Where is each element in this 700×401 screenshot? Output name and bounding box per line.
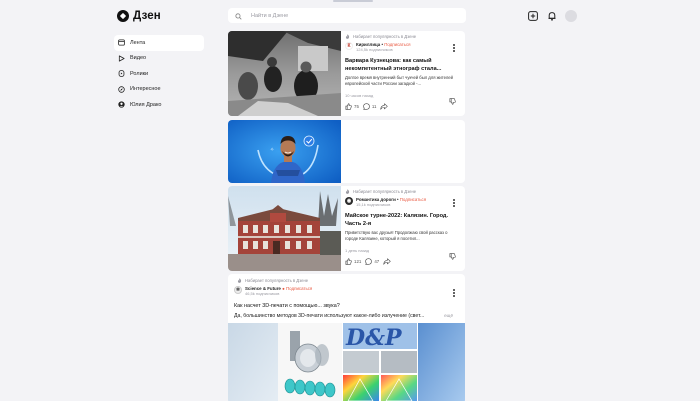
sidebar-item-feed[interactable]: Лента (114, 35, 204, 51)
dislike-button[interactable] (449, 247, 456, 265)
home-icon (118, 39, 125, 46)
read-more-link[interactable]: ещё (444, 313, 453, 318)
svg-text:✧: ✧ (270, 147, 274, 153)
comments-button[interactable]: 11 (363, 103, 377, 110)
user-avatar[interactable] (565, 10, 577, 22)
subscriber-count: 46,5k подписчиков (245, 291, 280, 296)
publish-time: 1 день назад (345, 248, 370, 253)
comments-button[interactable]: 47 (365, 258, 379, 265)
like-count: 75 (354, 104, 359, 109)
more-options-icon[interactable] (453, 199, 455, 209)
video-thumbnail[interactable]: ✧ (228, 120, 341, 183)
post-gallery[interactable]: D&P (228, 323, 465, 401)
sidebar-item-label: Видео (130, 55, 147, 62)
loading-bar (333, 0, 373, 2)
post-card[interactable]: Набирает популярность в Дзене ⚛ Science … (228, 274, 465, 401)
article-description: Приветствую вас друзья! Продолжаю свой р… (345, 230, 448, 241)
logo[interactable]: Дзен (117, 8, 161, 24)
thumbs-down-icon (449, 98, 456, 105)
plus-icon (527, 11, 538, 21)
flame-icon (237, 278, 242, 283)
thumbs-down-icon (449, 253, 456, 260)
share-button[interactable] (383, 258, 391, 265)
comment-icon (365, 258, 373, 265)
feed-card[interactable]: Набирает популярность в Дзене К Кириллиц… (228, 31, 465, 116)
sidebar-item-label: Интересное (130, 86, 161, 93)
profile-icon (118, 101, 125, 108)
like-button[interactable]: 121 (345, 258, 361, 265)
article-title[interactable]: Варвара Кузнецова: как самый некомпетент… (345, 58, 455, 73)
publish-time: 10 часов назад (345, 93, 374, 98)
channel-logo: ⚛ (234, 286, 242, 294)
add-post-button[interactable] (527, 11, 538, 22)
feed-card[interactable]: Набирает популярность в Дзене ◉ Романтик… (228, 186, 465, 271)
subscriber-count: 15,1k подписчиков (356, 202, 391, 207)
shorts-icon (118, 70, 125, 78)
trending-label: Набирает популярность в Дзене (345, 34, 416, 39)
play-icon (118, 55, 125, 62)
channel-info[interactable]: ⚛ Science & Future ● Подписаться 46,5k п… (234, 286, 312, 296)
article-thumbnail[interactable] (228, 186, 341, 271)
channel-info[interactable]: ◉ Романтика дороги • Подписаться 15,1k п… (345, 197, 426, 207)
channel-info[interactable]: К Кириллица • Подписаться 124,5k подписч… (345, 42, 411, 52)
video-promo-card[interactable]: ✧ (228, 120, 465, 183)
notifications-button[interactable] (546, 11, 557, 22)
search-input[interactable] (251, 12, 451, 19)
channel-logo: К (345, 42, 353, 50)
sidebar-item-label: Ролики (130, 70, 149, 77)
verified-icon: ● (282, 286, 285, 291)
search-icon (235, 7, 242, 25)
subscriber-count: 124,5k подписчиков (356, 47, 393, 52)
sidebar-item-label: Лента (130, 39, 146, 46)
share-icon (383, 258, 391, 265)
dislike-button[interactable] (449, 92, 456, 110)
sidebar-item-shorts[interactable]: Ролики (114, 66, 204, 82)
more-options-icon[interactable] (453, 289, 455, 299)
subscribe-button[interactable]: Подписаться (400, 197, 426, 202)
comment-count: 47 (374, 259, 380, 264)
thumbs-up-icon (345, 103, 352, 110)
article-thumbnail[interactable] (228, 31, 341, 116)
comment-icon (363, 103, 370, 110)
share-button[interactable] (380, 103, 389, 110)
svg-text:D&P: D&P (345, 325, 403, 351)
article-description: Долгое время внутренний быт чукчей был д… (345, 75, 453, 86)
bell-icon (548, 12, 555, 21)
compass-icon (118, 86, 125, 93)
flame-icon (345, 34, 350, 39)
logo-text: Дзен (133, 10, 161, 22)
sidebar-item-interesting[interactable]: Интересное (114, 82, 204, 98)
comment-count: 11 (371, 104, 377, 109)
sidebar-item-label: Юлия Драко (130, 101, 162, 108)
post-question: Как насчет 3D-печати с помощью... звука? (234, 303, 340, 309)
search-bar[interactable] (228, 8, 466, 23)
article-title[interactable]: Майское турне-2022: Калязин. Город. Част… (345, 213, 455, 228)
subscribe-button[interactable]: Подписаться (286, 286, 312, 291)
more-options-icon[interactable] (453, 44, 455, 54)
like-button[interactable]: 75 (345, 103, 359, 110)
trending-label: Набирает популярность в Дзене (345, 189, 416, 194)
thumbs-up-icon (345, 258, 352, 265)
flame-icon (345, 189, 350, 194)
sidebar-item-profile[interactable]: Юлия Драко (114, 97, 204, 113)
channel-logo: ◉ (345, 197, 353, 205)
sidebar-item-video[interactable]: Видео (114, 51, 204, 67)
share-icon (380, 103, 389, 110)
post-text: Да, большинство методов 3D-печати исполь… (234, 313, 425, 319)
zen-logo-icon (117, 10, 129, 22)
sidebar: Лента Видео Ролики Интересное Юлия Драко (114, 35, 204, 113)
like-count: 121 (354, 259, 362, 264)
trending-label: Набирает популярность в Дзене (237, 278, 308, 283)
